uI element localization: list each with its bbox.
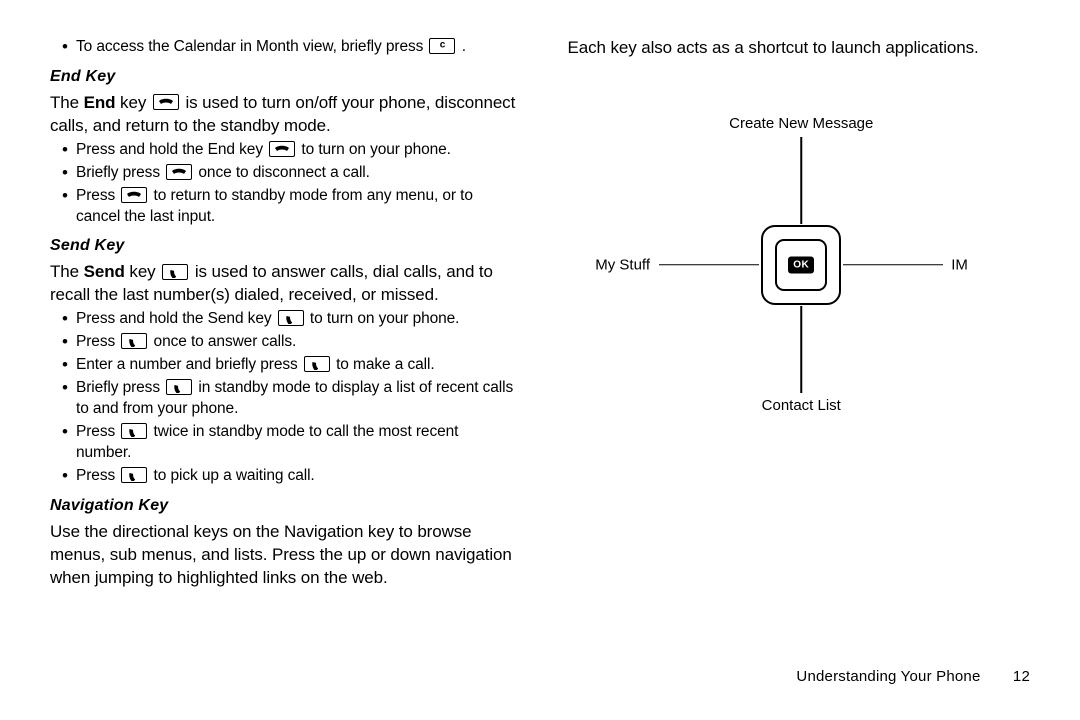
navigation-key-heading: Navigation Key: [50, 497, 518, 515]
send-key-bullet: Briefly press in standby mode to display…: [50, 378, 518, 420]
send-key-bullet: Press twice in standby mode to call the …: [50, 422, 518, 464]
send-key-icon: [121, 423, 147, 439]
navigation-key-diagram: OK Create New Message Contact List My St…: [601, 115, 1001, 415]
diagram-line: [801, 137, 803, 224]
send-key-icon: [166, 379, 192, 395]
nav-right-label: IM: [951, 256, 968, 273]
end-key-heading: End Key: [50, 68, 518, 86]
send-key-bullet: Press and hold the Send key to turn on y…: [50, 309, 518, 330]
right-column: Each key also acts as a shortcut to laun…: [543, 35, 1036, 720]
send-key-icon: [121, 333, 147, 349]
nav-down-label: Contact List: [762, 397, 841, 414]
end-key-body: The End key is used to turn on/off your …: [50, 92, 518, 138]
end-key-icon: [269, 141, 295, 157]
ok-button-icon: OK: [788, 256, 814, 273]
end-key-icon: [153, 94, 179, 110]
nav-left-label: My Stuff: [595, 256, 650, 273]
shortcut-intro: Each key also acts as a shortcut to laun…: [568, 37, 1036, 60]
end-key-bullet: Press to return to standby mode from any…: [50, 186, 518, 228]
left-column: To access the Calendar in Month view, br…: [50, 35, 543, 720]
end-key-bullet: Briefly press once to disconnect a call.: [50, 163, 518, 184]
end-key-bullet: Press and hold the End key to turn on yo…: [50, 140, 518, 161]
diagram-line: [659, 264, 759, 266]
send-key-body: The Send key is used to answer calls, di…: [50, 261, 518, 307]
page-footer: Understanding Your Phone 12: [796, 668, 1030, 685]
send-key-icon: [162, 264, 188, 280]
send-key-bullet: Press once to answer calls.: [50, 332, 518, 353]
send-key-bullet: Press to pick up a waiting call.: [50, 466, 518, 487]
text: .: [462, 38, 466, 55]
end-key-icon: [166, 164, 192, 180]
footer-section: Understanding Your Phone: [796, 668, 980, 685]
text: To access the Calendar in Month view, br…: [76, 38, 427, 55]
diagram-line: [801, 306, 803, 393]
intro-bullet: To access the Calendar in Month view, br…: [50, 37, 518, 58]
send-key-bullet: Enter a number and briefly press to make…: [50, 355, 518, 376]
send-key-heading: Send Key: [50, 237, 518, 255]
nav-key-outline: OK: [761, 225, 841, 305]
c-key-icon: [429, 38, 455, 54]
end-key-icon: [121, 187, 147, 203]
send-key-icon: [278, 310, 304, 326]
nav-up-label: Create New Message: [729, 115, 873, 132]
send-key-icon: [121, 467, 147, 483]
navigation-key-body: Use the directional keys on the Navigati…: [50, 521, 518, 590]
diagram-line: [843, 264, 943, 266]
footer-page-number: 12: [1013, 668, 1030, 685]
send-key-icon: [304, 356, 330, 372]
